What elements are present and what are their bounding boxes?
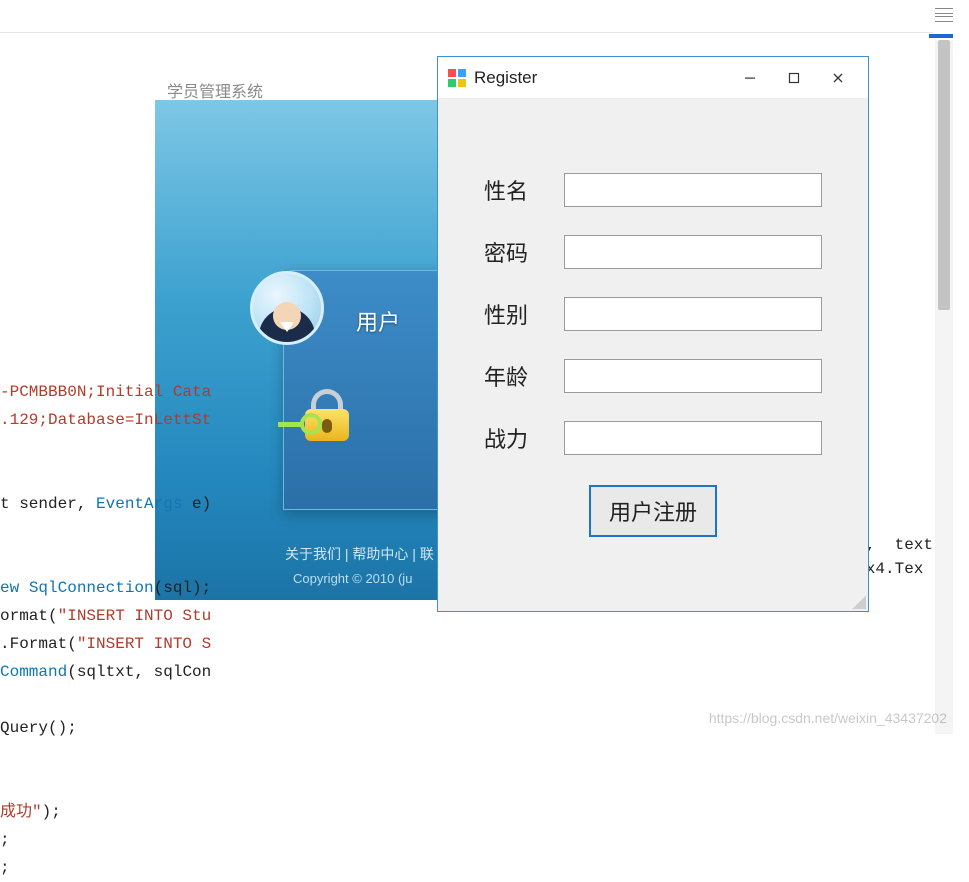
row-password: 密码 [484,235,822,269]
code-text: EventArgs [96,495,182,513]
register-form: 性名 密码 性别 年龄 战力 用户注册 [438,99,868,611]
resize-grip-icon[interactable] [852,595,866,609]
gender-label: 性别 [484,298,564,330]
scroll-top-marker [929,34,953,38]
code-text: Query(); [0,719,77,737]
code-text: "INSERT INTO Stu [58,607,212,625]
code-text: "INSERT INTO S [77,635,211,653]
row-power: 战力 [484,421,822,455]
code-text: ew [0,579,29,597]
drag-handle-icon[interactable] [933,6,955,24]
code-text: .129;Database=InLettSt [0,411,211,429]
code-text: ); [42,803,61,821]
power-input[interactable] [564,421,822,455]
scrollbar-thumb[interactable] [938,40,950,310]
code-text: ; [0,831,10,849]
code-text: (sql); [154,579,212,597]
name-input[interactable] [564,173,822,207]
row-name: 性名 [484,173,822,207]
gender-input[interactable] [564,297,822,331]
power-label: 战力 [484,422,564,454]
row-age: 年龄 [484,359,822,393]
close-button[interactable] [816,63,860,93]
bg-window-title: 学员管理系统 [167,78,263,102]
row-gender: 性别 [484,297,822,331]
code-text: Command [0,663,67,681]
code-snippet: -PCMBBB0N;Initial Cata .129;Database=InL… [0,378,211,882]
age-label: 年龄 [484,360,564,392]
footer-links[interactable]: 关于我们 | 帮助中心 | 联 [285,544,434,564]
code-text: ; [0,859,10,877]
register-dialog: Register 性名 密码 性别 年龄 战力 [437,56,869,612]
code-text: .Format( [0,635,77,653]
code-text: -PCMBBB0N;Initial Cata [0,383,211,401]
code-text: ormat( [0,607,58,625]
vertical-scrollbar[interactable] [935,40,953,734]
top-separator [0,32,933,33]
maximize-button[interactable] [772,63,816,93]
login-panel-tab-label: 用户 [356,305,400,337]
password-input[interactable] [564,235,822,269]
minimize-button[interactable] [728,63,772,93]
code-text: (sqltxt, sqlCon [67,663,211,681]
avatar-icon [250,271,324,345]
key-icon [278,419,312,431]
register-submit-button[interactable]: 用户注册 [589,485,717,537]
app-icon [448,69,466,87]
footer-copyright: Copyright © 2010 (ju [293,571,412,586]
name-label: 性名 [484,174,564,206]
dialog-titlebar[interactable]: Register [438,57,868,99]
code-text: e) [182,495,211,513]
dialog-title: Register [474,68,537,88]
password-label: 密码 [484,236,564,268]
code-text: t sender, [0,495,96,513]
age-input[interactable] [564,359,822,393]
watermark: https://blog.csdn.net/weixin_43437202 [709,710,947,726]
code-text: SqlConnection [29,579,154,597]
code-text: 成功" [0,803,42,821]
top-right-tools [919,0,969,30]
